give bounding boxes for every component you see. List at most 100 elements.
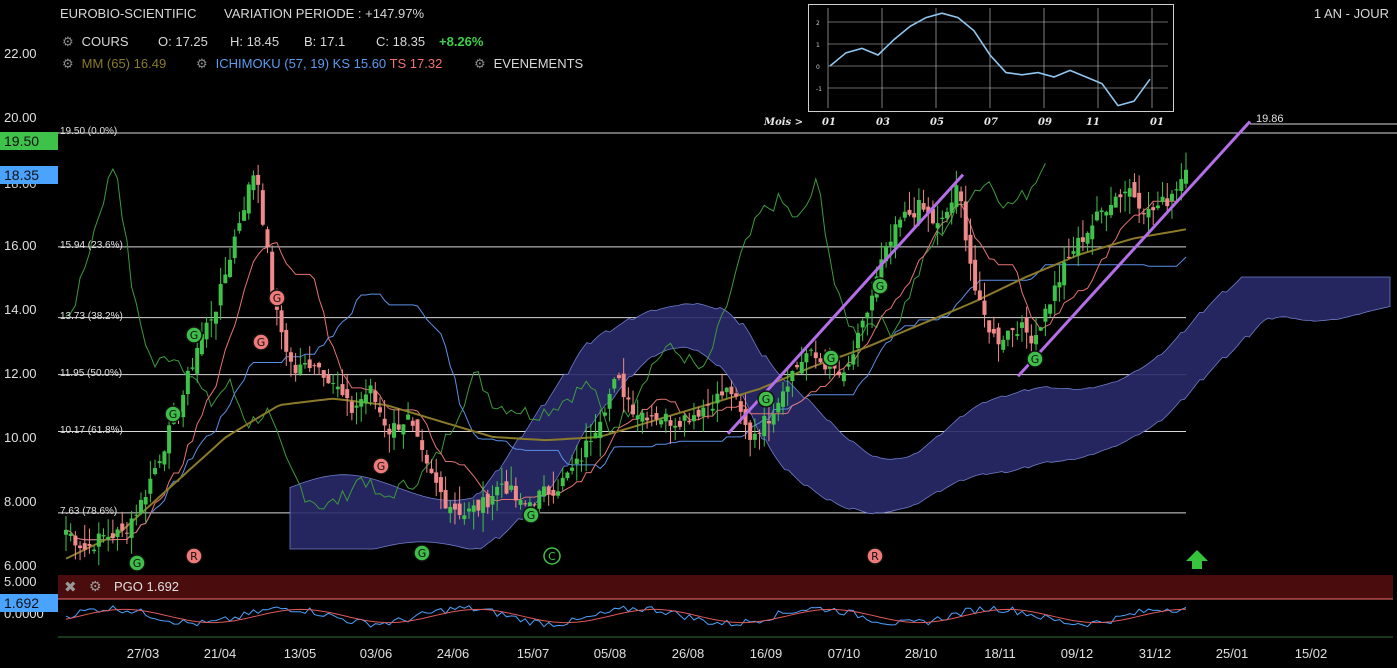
candle-body (752, 433, 757, 440)
fib-label-382: 13.73 (38.2%) (60, 311, 123, 322)
candle-body (640, 412, 645, 422)
candle-body (537, 490, 542, 509)
candle-body (504, 481, 509, 494)
candle-body (785, 386, 790, 392)
pgo-signal-line (65, 608, 1186, 624)
candle-body (757, 432, 762, 434)
signal-letter: G (190, 329, 199, 342)
gear-icon[interactable]: ⚙ (62, 34, 78, 50)
candle-body (106, 536, 111, 540)
candle-body (1080, 237, 1085, 242)
candle-body (1029, 335, 1034, 344)
events-row[interactable]: ⚙ EVENEMENTS (474, 56, 583, 72)
x-label: 15/02 (1294, 646, 1328, 661)
pgo-value-tag: 1.692 (0, 594, 58, 612)
candle-body (1048, 304, 1053, 314)
candle-body (734, 393, 739, 397)
candle-body (120, 523, 125, 531)
candle-body (621, 373, 626, 398)
mm-row[interactable]: ⚙ MM (65) 16.49 (62, 56, 166, 72)
candle-body (232, 236, 237, 259)
candle-body (302, 363, 307, 365)
gear-icon[interactable]: ⚙ (62, 56, 78, 72)
candle-body (190, 367, 195, 369)
candle-body (349, 401, 354, 413)
candle-body (1052, 285, 1057, 301)
candle-body (1165, 198, 1170, 207)
candle-body (396, 424, 401, 430)
candle-body (185, 370, 190, 395)
candle-body (579, 460, 584, 462)
candle-body (495, 486, 500, 496)
inset-tick: 0 (816, 64, 820, 71)
candle-body (1015, 334, 1020, 336)
candle-body (598, 421, 603, 438)
inset-month: 07 (984, 117, 998, 128)
inset-frame (808, 4, 1174, 112)
candle-body (424, 454, 429, 464)
candle-body (518, 500, 523, 505)
last-price-tag: 18.35 (0, 166, 58, 184)
open-value: O: 17.25 (158, 34, 208, 49)
signal-letter: G (418, 547, 427, 560)
candle-body (387, 428, 392, 435)
candle-body (124, 532, 129, 534)
candle-body (73, 535, 78, 546)
x-label: 25/01 (1215, 646, 1249, 661)
gear-icon[interactable]: ⚙ (196, 56, 212, 72)
close-icon[interactable]: ✖ (64, 578, 77, 596)
candle-body (631, 404, 636, 415)
inset-axis-prefix: Mois > (764, 117, 804, 128)
candle-body (462, 515, 467, 520)
candle-body (626, 397, 631, 400)
candle-body (1057, 282, 1062, 288)
candle-body (457, 503, 462, 515)
candle-body (663, 413, 668, 422)
gear-icon[interactable]: ⚙ (474, 56, 490, 72)
candle-body (565, 472, 570, 479)
candle-body (645, 417, 650, 421)
low-value: B: 17.1 (304, 34, 346, 49)
candle-body (223, 274, 228, 284)
candle-body (78, 545, 83, 549)
candle-body (340, 384, 345, 396)
candle-body (898, 219, 903, 228)
signal-letter: G (169, 408, 178, 421)
ichimoku-row[interactable]: ⚙ ICHIMOKU (57, 19) KS 15.60 TS 17.32 (196, 56, 442, 72)
candle-body (799, 361, 804, 374)
inset-tick: 2 (816, 20, 820, 27)
inset-month: 01 (822, 117, 836, 128)
candle-body (893, 224, 898, 248)
candle-body (242, 210, 247, 221)
candle-body (321, 370, 326, 378)
price-chart[interactable]: G G G G G G G G G G G G R R C (0, 0, 1397, 668)
candle-body (270, 251, 275, 294)
x-label: 31/12 (1138, 646, 1172, 661)
candle-body (790, 371, 795, 381)
candle-body (1123, 191, 1128, 194)
period-selector[interactable]: 1 AN - JOUR (1314, 6, 1389, 21)
candle-body (982, 300, 987, 315)
y-label-6: 6.000 (4, 558, 37, 573)
candle-body (345, 389, 350, 399)
candle-body (668, 420, 673, 426)
x-label: 09/12 (1060, 646, 1094, 661)
candle-body (476, 499, 481, 511)
candle-body (148, 478, 153, 494)
candle-body (865, 312, 870, 319)
inset-tick: -1 (816, 86, 822, 93)
candle-body (1137, 192, 1142, 209)
candle-body (331, 383, 336, 385)
candle-body (513, 485, 518, 501)
candle-body (1132, 182, 1137, 198)
x-label: 26/08 (671, 646, 705, 661)
signal-letter: C (548, 550, 556, 563)
cours-label[interactable]: COURS (82, 34, 129, 49)
candle-body (443, 489, 448, 509)
gear-icon[interactable]: ⚙ (89, 578, 102, 595)
signal-letter: G (273, 292, 282, 305)
candle-body (968, 234, 973, 264)
events-label[interactable]: EVENEMENTS (494, 56, 584, 71)
candle-body (963, 201, 968, 241)
candle-body (298, 364, 303, 374)
